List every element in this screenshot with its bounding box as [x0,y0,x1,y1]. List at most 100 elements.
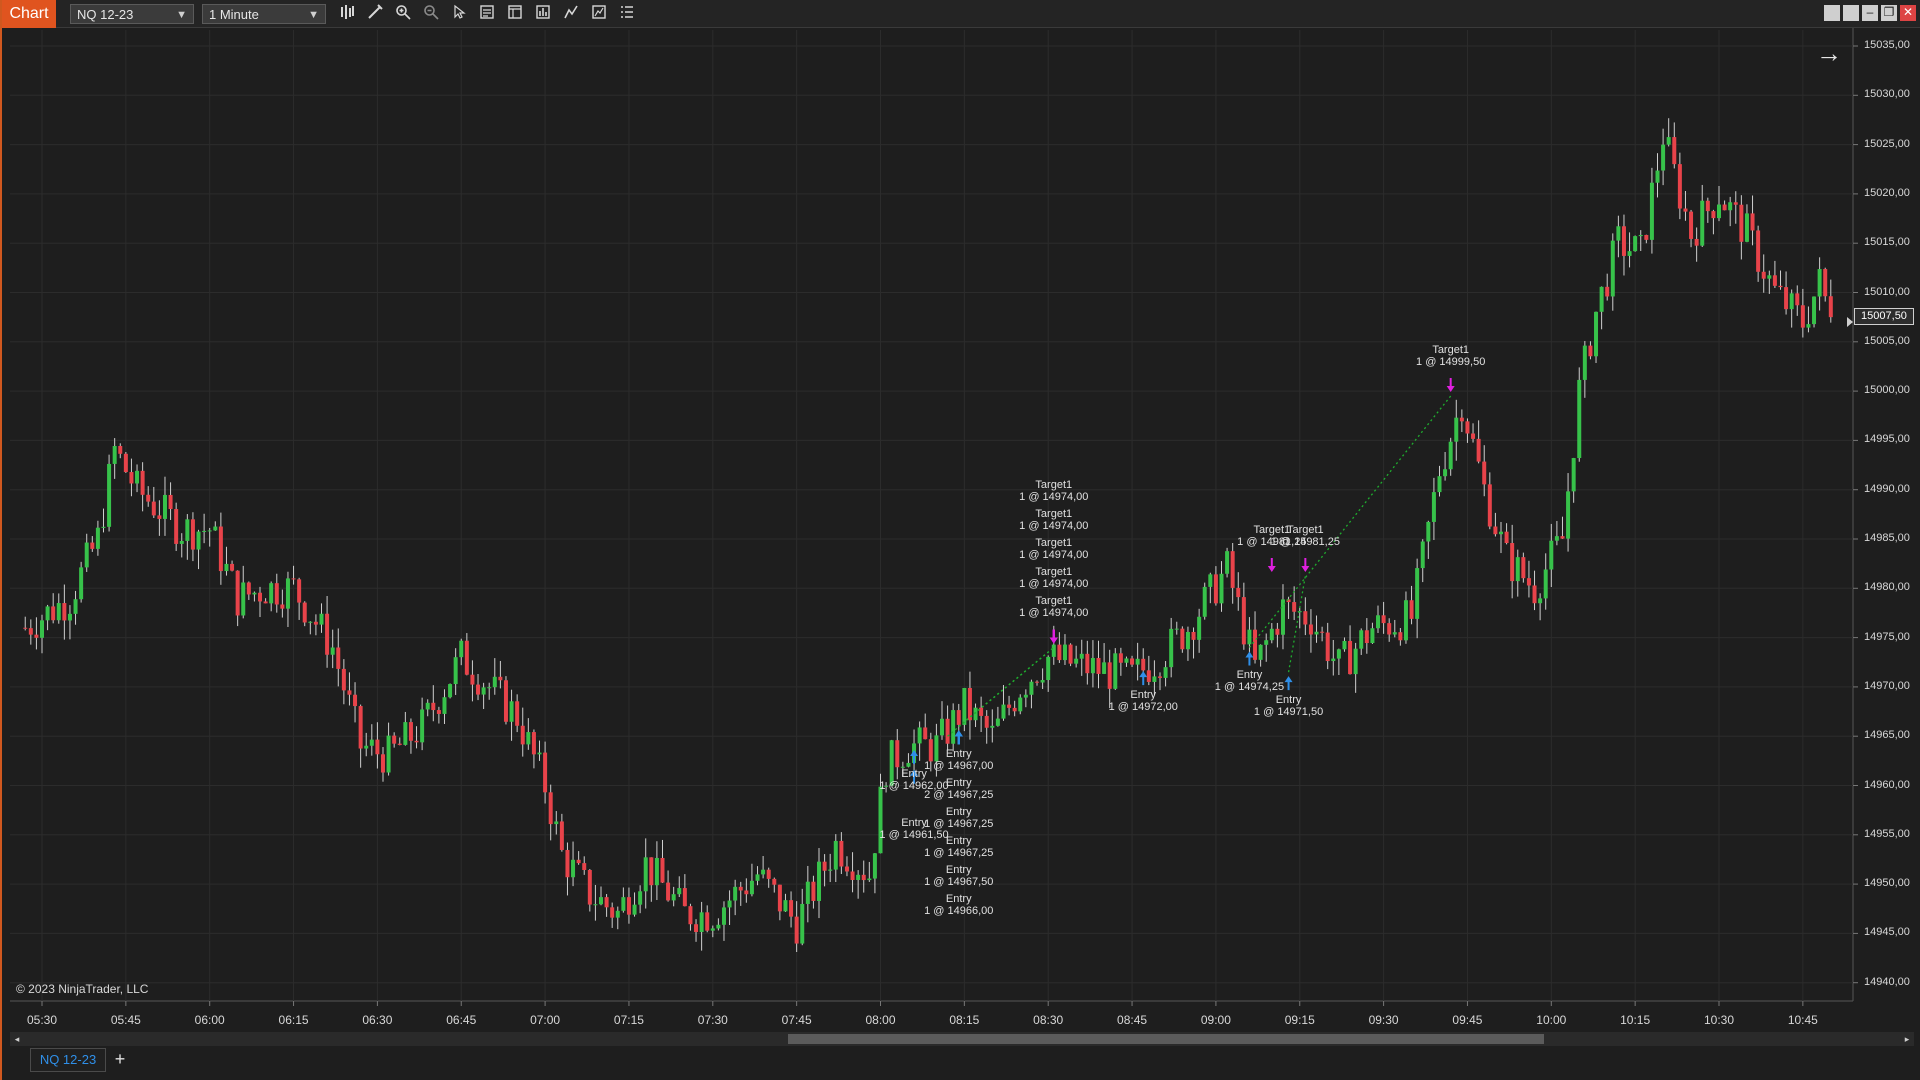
candle-body [1185,631,1190,650]
candle-body [1431,492,1436,522]
candle-body [1649,182,1654,240]
candle-body [1638,234,1643,237]
execution-kind: Target1 [1035,479,1073,492]
candle-body [1320,631,1325,633]
y-tick-label: 14985,00 [1864,532,1910,544]
candle-body [1415,568,1420,619]
candle-body [436,710,441,714]
scrollbar-thumb[interactable] [788,1034,1544,1044]
candle-body [554,821,559,825]
candle-body [1364,630,1369,644]
minimize-icon[interactable]: – [1862,5,1878,21]
x-tick-label: 08:45 [1117,1013,1148,1027]
candle-body [626,897,631,915]
candle-body [1213,574,1218,604]
candle-body [800,903,805,944]
candle-body [1219,573,1224,604]
candle-body [358,706,363,749]
candle-body [1493,526,1498,535]
candle-body [1018,697,1023,712]
horizontal-scrollbar[interactable]: ◂ ▸ [10,1032,1914,1046]
candle-body [565,849,570,878]
properties-icon[interactable] [588,4,610,24]
zoom-in-icon[interactable] [392,4,414,24]
candle-body [241,582,246,616]
tab-nq-12-23[interactable]: NQ 12-23 [30,1048,106,1072]
candle-body [353,694,358,707]
indicators-icon[interactable] [560,4,582,24]
scroll-left-icon[interactable]: ◂ [12,1032,22,1046]
candle-body [79,567,84,600]
chevron-down-icon: ▼ [308,9,319,21]
candle-body [643,857,648,892]
bar-type-icon[interactable] [336,4,358,24]
add-tab-button[interactable]: + [110,1048,130,1072]
candle-body [308,621,313,623]
candle-body [1828,296,1833,318]
scroll-right-icon[interactable]: ▸ [1902,1032,1912,1046]
candle-body [587,869,592,905]
candle-body [476,684,481,695]
execution-detail: 1 @ 14967,50 [924,876,994,889]
y-tick-label: 15035,00 [1864,39,1910,51]
candle-body [1621,226,1626,256]
candle-body [235,570,240,616]
candle-body [1124,658,1129,663]
candle-body [1795,293,1800,306]
candle-body [1051,644,1056,657]
candle-body [1767,275,1772,279]
candle-body [733,886,738,901]
data-box-icon[interactable] [476,4,498,24]
candle-body [1398,632,1403,641]
candle-body [1107,662,1112,689]
candle-body [1437,476,1442,493]
execution-detail: 1 @ 14974,00 [1019,578,1089,591]
candle-body [710,928,715,931]
x-tick-label: 05:30 [26,1013,58,1027]
candle-body [1448,441,1453,470]
close-icon[interactable]: ✕ [1900,5,1916,21]
arrow-right-icon[interactable]: → [1816,38,1842,69]
candle-body [699,912,704,933]
object-list-icon[interactable] [616,4,638,24]
candle-body [789,900,794,917]
zoom-out-icon[interactable] [420,4,442,24]
candle-body [118,445,123,454]
candle-body [1426,521,1431,542]
chevron-down-icon: ▼ [176,9,187,21]
candle-body [962,687,967,725]
candle-body [1258,644,1263,660]
candle-body [705,912,710,931]
execution-label: Target1 1 @ 14974,00 [994,566,1114,590]
drawing-tool-icon[interactable] [364,4,386,24]
candle-body [844,866,849,872]
chart-trader-icon[interactable] [504,4,526,24]
candle-body [1594,311,1599,357]
instrument-select[interactable]: NQ 12-23 ▼ [70,4,194,24]
tile-icon[interactable] [1824,5,1840,21]
execution-label: Entry 1 @ 14972,00 [1083,689,1203,713]
execution-kind: Entry [945,748,972,761]
candle-body [1074,658,1079,664]
interval-select[interactable]: 1 Minute ▼ [202,4,326,24]
candle-body [1610,240,1615,297]
execution-detail: 1 @ 14999,50 [1416,356,1486,369]
candle-body [319,613,324,625]
x-tick-label: 10:45 [1787,1013,1818,1027]
candle-body [408,722,413,741]
x-tick-label: 08:30 [1033,1013,1064,1027]
candle-body [23,627,28,629]
candle-body [464,640,469,675]
candle-body [123,453,128,473]
candle-body [839,840,844,867]
candle-body [794,916,799,944]
strategies-icon[interactable] [532,4,554,24]
pointer-icon[interactable] [448,4,470,24]
candle-body [593,904,598,906]
tile-icon[interactable] [1843,5,1859,21]
candle-body [604,897,609,908]
candle-body [1236,587,1241,598]
execution-kind: Entry [945,864,972,877]
restore-icon[interactable]: ❐ [1881,5,1897,21]
instrument-select-value: NQ 12-23 [77,7,134,22]
